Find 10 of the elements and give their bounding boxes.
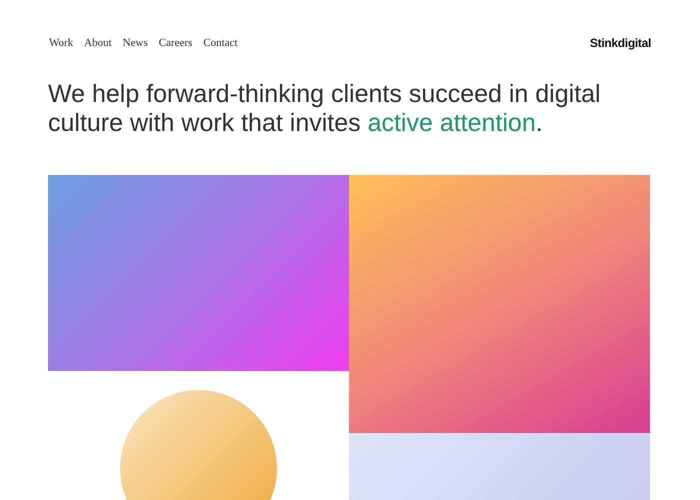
headline: We help forward-thinking clients succeed in digital culture with work that invites active attention. (48, 80, 602, 138)
nav-link[interactable]: News (122, 34, 148, 52)
nav-link[interactable]: Work (49, 34, 74, 52)
nav-link[interactable]: About (84, 34, 112, 52)
gradient-tile[interactable] (349, 433, 650, 500)
nav-link[interactable]: Contact (203, 34, 238, 52)
nav-link[interactable]: Careers (158, 34, 192, 52)
gradient-tile[interactable] (48, 175, 349, 371)
logo[interactable]: Stinkdigital (590, 34, 651, 52)
gradient-tile[interactable] (349, 175, 650, 433)
